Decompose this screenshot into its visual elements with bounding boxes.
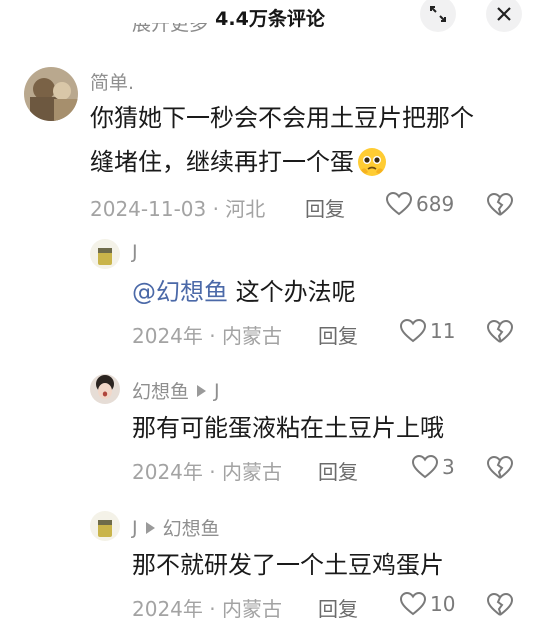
like-button[interactable]: 11 — [400, 319, 455, 343]
like-button[interactable]: 10 — [400, 592, 455, 616]
broken-heart-icon — [486, 592, 514, 616]
heart-icon — [412, 455, 438, 479]
like-count: 11 — [430, 319, 456, 343]
expand-more-partial[interactable]: 展开更多 — [132, 23, 208, 39]
heart-icon — [386, 192, 412, 216]
avatar[interactable] — [90, 239, 120, 269]
reply-arrow-icon — [145, 521, 155, 534]
comment-text[interactable]: 那有可能蛋液粘在土豆片上哦 — [132, 406, 444, 450]
comment-count-title: 4.4万条评论 — [215, 8, 325, 30]
comment-text[interactable]: 那不就研发了一个土豆鸡蛋片 — [132, 543, 444, 587]
comments-header: 4.4万条评论 — [0, 0, 540, 34]
comment-date-location: 2024年 · 内蒙古 — [132, 324, 282, 348]
reply-to-user[interactable]: J — [214, 380, 220, 402]
reply-button[interactable]: 回复 — [318, 456, 358, 485]
dislike-button[interactable] — [486, 455, 514, 484]
like-count: 10 — [430, 592, 456, 616]
broken-heart-icon — [486, 192, 514, 216]
comment-date-location: 2024年 · 内蒙古 — [132, 597, 282, 621]
expand-icon — [430, 6, 446, 22]
like-count: 689 — [416, 192, 455, 216]
comment-text[interactable]: @幻想鱼 这个办法呢 — [132, 270, 356, 314]
dislike-button[interactable] — [486, 319, 514, 348]
heart-icon — [400, 592, 426, 616]
mention-link[interactable]: @幻想鱼 — [132, 278, 228, 306]
reply-button[interactable]: 回复 — [318, 320, 358, 349]
comment-date-location: 2024-11-03 · 河北 — [90, 197, 266, 221]
broken-heart-icon — [486, 319, 514, 343]
broken-heart-icon — [486, 455, 514, 479]
comment-username: J 幻想鱼 — [132, 514, 220, 541]
dislike-button[interactable] — [486, 592, 514, 621]
close-icon — [497, 7, 511, 21]
comment-username[interactable]: 简单. — [90, 68, 134, 95]
comment-date-location: 2024年 · 内蒙古 — [132, 460, 282, 484]
pleading-face-icon — [358, 148, 386, 176]
reply-to-user[interactable]: 幻想鱼 — [163, 514, 220, 541]
comment-username: 幻想鱼 J — [132, 379, 220, 404]
avatar[interactable] — [90, 374, 120, 404]
reply-button[interactable]: 回复 — [305, 193, 345, 222]
reply-button[interactable]: 回复 — [318, 593, 358, 622]
avatar[interactable] — [24, 67, 78, 121]
like-button[interactable]: 3 — [412, 455, 455, 479]
comment-username[interactable]: J — [132, 241, 138, 263]
dislike-button[interactable] — [486, 192, 514, 221]
comment-text[interactable]: 你猜她下一秒会不会用土豆片把那个 缝堵住，继续再打一个蛋 — [90, 96, 474, 184]
like-count: 3 — [442, 455, 455, 479]
like-button[interactable]: 689 — [386, 192, 454, 216]
avatar[interactable] — [90, 511, 120, 541]
reply-arrow-icon — [197, 384, 207, 397]
heart-icon — [400, 319, 426, 343]
